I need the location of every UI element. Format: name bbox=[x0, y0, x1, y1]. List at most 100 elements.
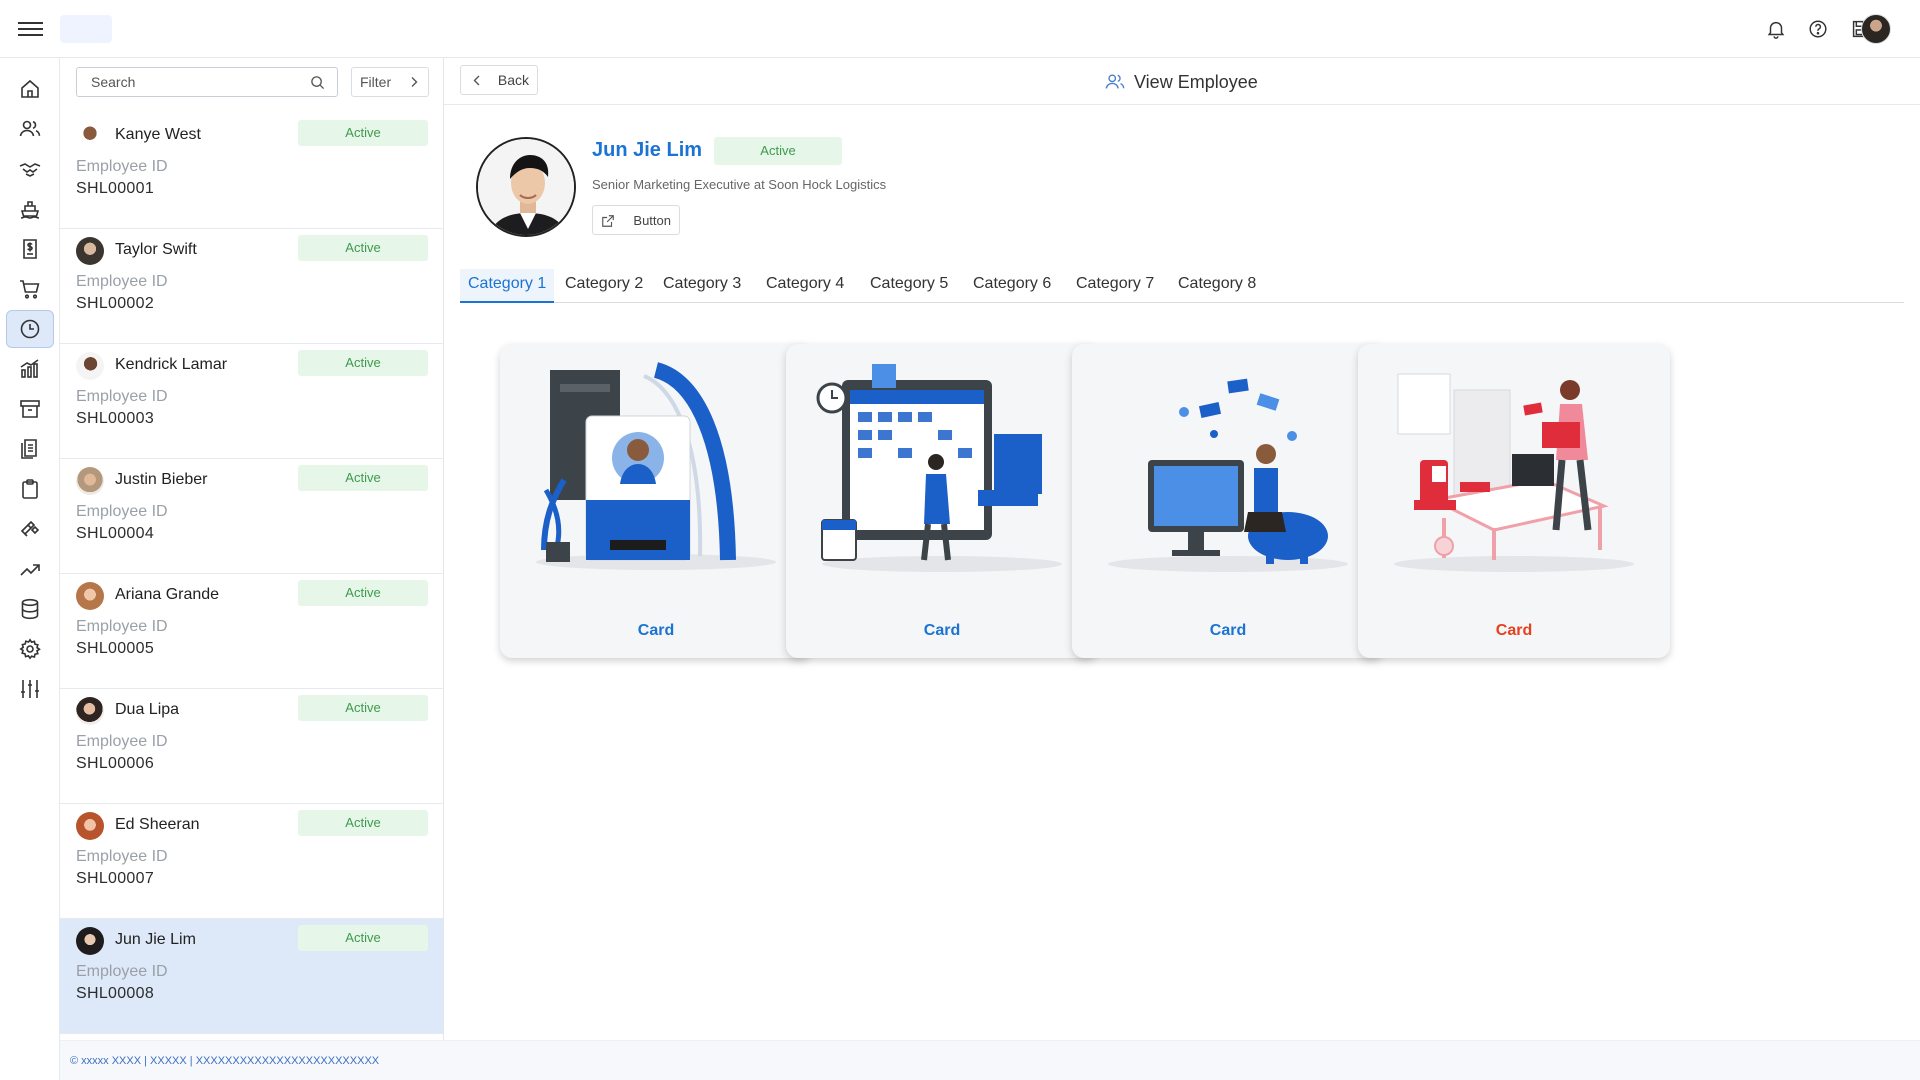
employee-id-value: SHL00001 bbox=[76, 180, 155, 197]
side-nav bbox=[0, 58, 60, 1080]
cart-icon bbox=[20, 280, 40, 299]
employee-row[interactable]: Ariana Grande Active Employee ID SHL0000… bbox=[60, 574, 443, 689]
user-avatar[interactable] bbox=[1861, 14, 1891, 44]
avatar bbox=[76, 812, 104, 840]
nav-documents[interactable] bbox=[6, 430, 54, 468]
bell-icon[interactable] bbox=[1765, 18, 1787, 40]
employee-id-value: SHL00002 bbox=[76, 295, 155, 312]
footer-copyright: © xxxxx XXXX | XXXXX | XXXXXXXXXXXXXXXXX… bbox=[70, 1055, 380, 1067]
nav-home[interactable] bbox=[6, 70, 54, 108]
gear-icon bbox=[19, 638, 41, 660]
employee-name: Kendrick Lamar bbox=[115, 356, 228, 373]
profile-portrait bbox=[478, 139, 574, 235]
tab-category-5[interactable]: Category 5 bbox=[862, 269, 956, 303]
nav-settings[interactable] bbox=[6, 630, 54, 668]
nav-timesheet[interactable] bbox=[6, 310, 54, 348]
employee-row[interactable]: Dua Lipa Active Employee ID SHL00006 bbox=[60, 689, 443, 804]
help-icon[interactable] bbox=[1807, 18, 1829, 40]
tab-category-7[interactable]: Category 7 bbox=[1068, 269, 1162, 303]
status-badge: Active bbox=[298, 580, 428, 606]
nav-archive[interactable] bbox=[6, 390, 54, 428]
nav-deals[interactable] bbox=[6, 150, 54, 188]
card-id-badge[interactable]: Card bbox=[500, 344, 812, 658]
nav-analytics[interactable] bbox=[6, 550, 54, 588]
clock-icon bbox=[20, 319, 40, 339]
page-title: View Employee bbox=[1134, 71, 1258, 92]
status-badge: Active bbox=[298, 925, 428, 951]
status-badge: Active bbox=[298, 695, 428, 721]
employee-row[interactable]: Kendrick Lamar Active Employee ID SHL000… bbox=[60, 344, 443, 459]
menu-icon[interactable] bbox=[18, 18, 43, 38]
nav-database[interactable] bbox=[6, 590, 54, 628]
avatar bbox=[76, 697, 104, 725]
page-header: Back View Employee bbox=[444, 58, 1920, 105]
search-input[interactable] bbox=[77, 68, 297, 96]
card-calendar[interactable]: Card bbox=[786, 344, 1098, 658]
avatar bbox=[76, 237, 104, 265]
users-icon bbox=[19, 120, 41, 137]
profile-job-title: Senior Marketing Executive at Soon Hock … bbox=[592, 177, 887, 192]
tab-category-6[interactable]: Category 6 bbox=[965, 269, 1059, 303]
employee-name: Dua Lipa bbox=[115, 701, 180, 718]
employee-name: Kanye West bbox=[115, 126, 201, 143]
income-savings-illustration bbox=[1108, 378, 1348, 572]
employee-name: Ed Sheeran bbox=[115, 816, 200, 833]
filter-button[interactable]: Filter bbox=[351, 67, 429, 97]
footer: © xxxxx XXXX | XXXXX | XXXXXXXXXXXXXXXXX… bbox=[60, 1040, 1920, 1080]
card-label: Card bbox=[1495, 622, 1533, 639]
employee-id-value: SHL00005 bbox=[76, 640, 155, 657]
card-label: Card bbox=[637, 622, 675, 639]
card-office[interactable]: Card bbox=[1358, 344, 1670, 658]
trend-icon bbox=[20, 564, 40, 576]
bar-chart-icon bbox=[20, 359, 39, 378]
calendar-schedule-illustration bbox=[816, 364, 1062, 572]
back-label: Back bbox=[497, 72, 529, 88]
status-badge: Active bbox=[298, 810, 428, 836]
employee-name: Jun Jie Lim bbox=[115, 931, 196, 948]
clipboard-icon bbox=[22, 479, 38, 499]
employee-row[interactable]: Ed Sheeran Active Employee ID SHL00007 bbox=[60, 804, 443, 919]
employee-row[interactable]: Taylor Swift Active Employee ID SHL00002 bbox=[60, 229, 443, 344]
employee-id-label: Employee ID bbox=[76, 618, 168, 635]
status-badge: Active bbox=[298, 350, 428, 376]
employee-row[interactable]: Justin Bieber Active Employee ID SHL0000… bbox=[60, 459, 443, 574]
tab-category-8[interactable]: Category 8 bbox=[1170, 269, 1264, 303]
nav-users[interactable] bbox=[6, 110, 54, 148]
avatar bbox=[76, 122, 104, 150]
status-badge: Active bbox=[714, 137, 842, 165]
app-logo[interactable] bbox=[60, 15, 112, 43]
employee-id-label: Employee ID bbox=[76, 388, 168, 405]
category-tabs: Category 1 Category 2 Category 3 Categor… bbox=[460, 269, 1904, 303]
employee-id-value: SHL00006 bbox=[76, 755, 155, 772]
employee-name: Taylor Swift bbox=[115, 241, 197, 258]
avatar bbox=[76, 352, 104, 380]
employee-id-label: Employee ID bbox=[76, 503, 168, 520]
tab-category-3[interactable]: Category 3 bbox=[655, 269, 749, 303]
employee-row-selected[interactable]: Jun Jie Lim Active Employee ID SHL00008 bbox=[60, 919, 443, 1034]
card-income[interactable]: Card bbox=[1072, 344, 1384, 658]
employee-row[interactable]: Kanye West Active Employee ID SHL00001 bbox=[60, 114, 443, 229]
nav-preferences[interactable] bbox=[6, 670, 54, 708]
tab-category-4[interactable]: Category 4 bbox=[758, 269, 852, 303]
status-badge: Active bbox=[298, 120, 428, 146]
main-content: Back View Employee Jun Jie Lim Active Se… bbox=[444, 58, 1920, 1040]
tools-icon bbox=[20, 520, 40, 537]
nav-tasks[interactable] bbox=[6, 470, 54, 508]
home-icon bbox=[21, 79, 39, 98]
handshake-icon bbox=[19, 163, 41, 177]
status-badge: Active bbox=[298, 465, 428, 491]
nav-reports[interactable] bbox=[6, 350, 54, 388]
back-button[interactable]: Back bbox=[460, 65, 538, 95]
search-icon[interactable] bbox=[310, 75, 325, 90]
ship-icon bbox=[20, 201, 40, 219]
search-field[interactable] bbox=[76, 67, 338, 97]
profile-action-button[interactable]: Button bbox=[592, 205, 680, 235]
tab-category-1[interactable]: Category 1 bbox=[460, 269, 555, 303]
users-icon bbox=[1105, 74, 1125, 89]
nav-shipping[interactable] bbox=[6, 190, 54, 228]
nav-orders[interactable] bbox=[6, 270, 54, 308]
sliders-icon bbox=[21, 680, 39, 698]
tab-category-2[interactable]: Category 2 bbox=[557, 269, 651, 303]
nav-maintenance[interactable] bbox=[6, 510, 54, 548]
nav-invoices[interactable] bbox=[6, 230, 54, 268]
